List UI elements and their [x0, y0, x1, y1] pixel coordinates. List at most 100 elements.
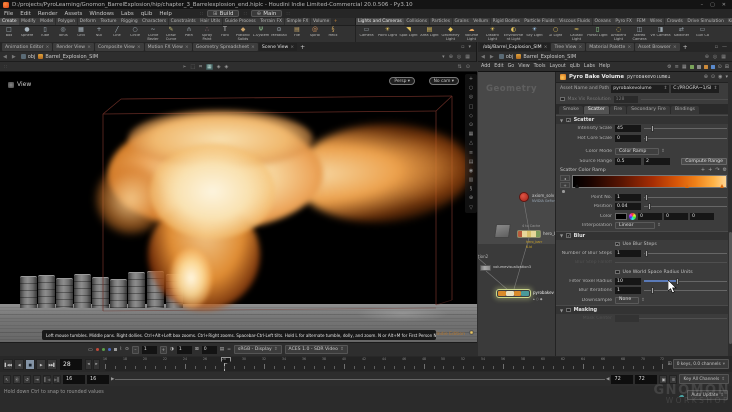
color-wheel-icon[interactable]	[629, 212, 636, 220]
shelf-tool[interactable]: ▭ Gun Co	[692, 26, 713, 42]
shelf-tab[interactable]: Grains	[452, 18, 471, 25]
exposure-field[interactable]: 0	[201, 345, 217, 354]
shelf-tab[interactable]: Collisions	[404, 18, 430, 25]
color-mode-select[interactable]: Color Ramp	[615, 148, 659, 156]
shelf-tool[interactable]: ▭ Camera	[356, 26, 377, 42]
blur-steps-field[interactable]: 1	[615, 249, 641, 257]
grid-view-icon[interactable]: ▦	[682, 64, 687, 70]
close-tab-icon[interactable]: ×	[251, 45, 255, 50]
pane-tab[interactable]: /obj/Barrel_Explosion_SIM ×	[480, 43, 551, 51]
shelf-tool[interactable]: Ψ L-System	[252, 26, 270, 42]
viewport-tool-icon[interactable]: □	[469, 104, 474, 110]
shelf-tool[interactable]: ≈ Caustic Light	[566, 26, 587, 42]
color-b-field[interactable]: 0	[690, 212, 714, 220]
shelf-tool[interactable]: ◆ Geometry Light	[440, 26, 461, 42]
network-menu-item[interactable]: View	[518, 64, 529, 69]
current-frame-field[interactable]: 28	[60, 358, 82, 370]
shelf-tool[interactable]: T Font	[216, 26, 234, 42]
gamma-minus-button[interactable]: –	[131, 345, 139, 354]
downsample-select[interactable]: None	[615, 296, 639, 304]
pane-tab[interactable]: Material Palette ×	[586, 43, 635, 51]
blur-iterations-field[interactable]: 1	[615, 287, 641, 295]
snap-icon[interactable]: ⌗	[199, 64, 202, 70]
scene-viewport[interactable]: View Persp ▾ No cam ▾ + ○ ◎ □ ◇ ⊙ ▦ △ ≡ ▤ ◉ ▥ § ⊕ ▽ Le…	[0, 72, 477, 342]
network-menu-item[interactable]: qLib	[570, 64, 580, 69]
gain-field[interactable]: 1	[141, 345, 157, 354]
shelf-tool[interactable]: ◎ Torus	[54, 26, 72, 42]
orange-flag-icon[interactable]	[703, 64, 708, 69]
range-left-handle[interactable]: ▶	[111, 377, 114, 382]
gamma-plus-button[interactable]: +	[159, 345, 167, 354]
shelf-tool[interactable]: □ Box	[0, 26, 18, 42]
shelf-tool[interactable]: ▯ Portal Light	[587, 26, 608, 42]
radial-menu-icon[interactable]: ⊙	[466, 64, 470, 70]
shelf-tab[interactable]: Oceans	[592, 18, 613, 25]
nav-back-icon[interactable]: ◀	[481, 54, 487, 60]
shelf-tool[interactable]: ☀ Distant Light	[482, 26, 503, 42]
viewport-tool-icon[interactable]: ▦	[469, 131, 474, 137]
color-swatch[interactable]	[615, 212, 627, 220]
colorspace-select[interactable]: sRGB - Display ⇕	[233, 345, 282, 354]
parameter-tab[interactable]: Smoke	[559, 106, 583, 114]
collapse-triangle-icon[interactable]: ▼	[560, 118, 563, 123]
shelf-tab[interactable]: Characters	[140, 18, 169, 25]
shelf-tool[interactable]: ∩ Path	[180, 26, 198, 42]
viewport-tool-icon[interactable]: ○	[469, 85, 473, 91]
masking-enable-checkbox[interactable]	[566, 307, 571, 313]
parameter-tab[interactable]: Bindings	[670, 106, 699, 114]
range-start-lock-icon[interactable]: ▌◀	[43, 374, 51, 384]
breadcrumb-node[interactable]: Barrel_Explosion_SIM	[516, 54, 576, 60]
minimize-icon[interactable]: –	[701, 2, 704, 8]
position-slider[interactable]	[644, 203, 727, 211]
shelf-tab[interactable]: Modify	[19, 18, 38, 25]
volume-visualization-node[interactable]	[480, 265, 491, 271]
shelf-tool[interactable]: ☀ Point Light	[377, 26, 398, 42]
pane-splitter-icon[interactable]: ∷	[4, 64, 7, 70]
pane-maximize-icon[interactable]: —	[722, 44, 727, 50]
shelf-tab[interactable]: Wires	[648, 18, 665, 25]
point-no-slider[interactable]	[644, 193, 727, 201]
green-channel-icon[interactable]	[101, 348, 105, 351]
info-icon[interactable]: ◉	[718, 74, 722, 80]
pane-options-icon[interactable]: ▫	[461, 44, 464, 50]
shelf-tool[interactable]: ☁ Volume Light	[461, 26, 482, 42]
parameter-scrollbar[interactable]	[728, 72, 732, 356]
viewport-tool-icon[interactable]: +	[469, 76, 473, 82]
luminance-icon[interactable]: ⌇	[120, 347, 122, 352]
menu-item[interactable]: qLib	[141, 11, 153, 17]
pane-tab[interactable]: Tree View ×	[551, 43, 586, 51]
shelf-tool[interactable]: ~ Curve Bezier	[144, 26, 162, 42]
select-arrow-icon[interactable]: ➢	[182, 64, 186, 70]
loop-icon[interactable]: ↺	[23, 374, 31, 384]
range-end-lock-icon[interactable]: ▶▌	[53, 374, 61, 384]
close-icon[interactable]: ✕	[722, 2, 726, 8]
shelf-tool[interactable]: ◐ Environment Light	[503, 26, 524, 42]
network-menu-item[interactable]: Help	[599, 64, 610, 69]
close-tab-icon[interactable]: ×	[578, 45, 582, 50]
layout-icon[interactable]: ▦	[465, 54, 470, 60]
close-tab-icon[interactable]: ×	[185, 45, 189, 50]
menu-item[interactable]: Render	[38, 11, 58, 17]
playback-start-field[interactable]: 16	[87, 374, 109, 384]
point-no-field[interactable]: 1	[615, 193, 641, 201]
menu-item[interactable]: Help	[159, 11, 172, 17]
shelf-tab[interactable]: +	[332, 18, 340, 25]
viewport-tool-icon[interactable]: ⊕	[469, 195, 473, 201]
filter-voxel-radius-slider[interactable]	[644, 277, 727, 285]
viewport-tool-icon[interactable]: §	[470, 186, 473, 192]
timeline-ruler[interactable]: 16 18 20 22 24 26 28 30 32 34 36 38 40 42 44 46 48 50 52 54…	[103, 357, 664, 371]
list-icon[interactable]: ≡	[675, 64, 679, 70]
parameter-tab[interactable]: Fire	[609, 106, 627, 114]
pane-tab[interactable]: Motion FX View ×	[144, 43, 192, 51]
snapshot-icon[interactable]: ◎	[457, 54, 461, 60]
parameter-tab[interactable]: Secondary Fire	[627, 106, 670, 114]
close-tab-icon[interactable]: ×	[673, 45, 677, 50]
exposure-icon[interactable]: ⊠	[195, 347, 199, 352]
blue-channel-icon[interactable]	[107, 348, 111, 351]
parameter-tab[interactable]: Scatter	[583, 106, 609, 114]
updown-icon[interactable]: ⇕	[641, 298, 645, 303]
shelf-tool[interactable]: ▦ Grid	[72, 26, 90, 42]
viewport-tool-icon[interactable]: ▥	[469, 177, 474, 183]
compute-range-button[interactable]: Compute Range	[681, 157, 727, 165]
menu-item[interactable]: Labs	[121, 11, 134, 17]
